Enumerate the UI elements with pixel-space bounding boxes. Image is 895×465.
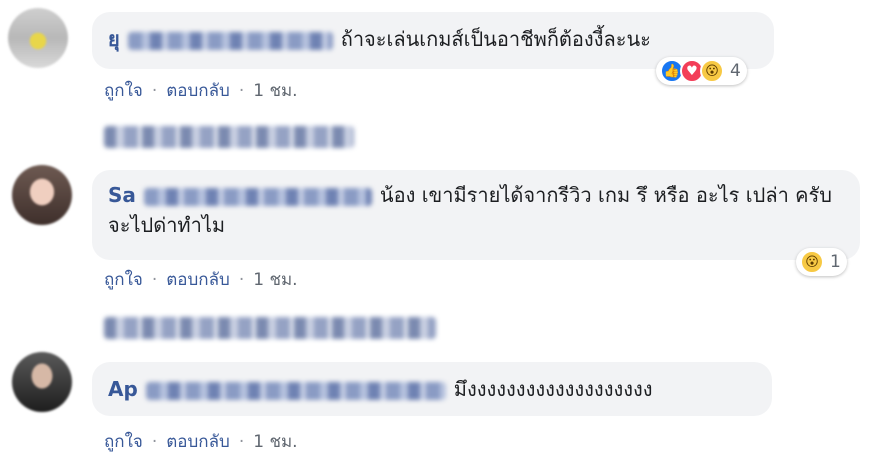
timestamp[interactable]: 1 ชม.	[253, 270, 297, 290]
blurred-author-name	[127, 31, 333, 50]
separator: ·	[238, 432, 245, 452]
reaction-summary[interactable]: 👍 ♥ 😮 4	[656, 57, 747, 85]
blurred-author-name	[143, 187, 372, 206]
comment-bubble: Ap มึงงงงงงงงงงงงงงงงงงง	[92, 362, 772, 416]
avatar[interactable]	[8, 8, 68, 68]
like-button[interactable]: ถูกใจ	[104, 432, 143, 452]
timestamp[interactable]: 1 ชม.	[253, 432, 297, 452]
avatar[interactable]	[12, 165, 72, 225]
reaction-count: 1	[830, 252, 841, 272]
reply-button[interactable]: ตอบกลับ	[166, 270, 230, 290]
reply-button[interactable]: ตอบกลับ	[166, 81, 230, 101]
blurred-author-name	[145, 381, 446, 400]
comment-actions: ถูกใจ · ตอบกลับ · 1 ชม.	[104, 428, 298, 455]
view-replies-link[interactable]	[104, 126, 354, 148]
reaction-summary[interactable]: 😮 1	[796, 248, 847, 276]
comment-text: มึงงงงงงงงงงงงงงงงงงง	[453, 377, 653, 401]
comment-actions: ถูกใจ · ตอบกลับ · 1 ชม.	[104, 266, 298, 293]
avatar[interactable]	[12, 352, 72, 412]
reaction-count: 4	[730, 61, 741, 81]
comment-author[interactable]: Sa	[108, 183, 136, 207]
comment-author[interactable]: ยุ	[108, 27, 120, 51]
comment-thread: ยุ ถ้าจะเล่นเกมส์เป็นอาชีพก็ต้องงี้ละนะ 👍…	[0, 0, 895, 465]
separator: ·	[238, 81, 245, 101]
timestamp[interactable]: 1 ชม.	[253, 81, 297, 101]
separator: ·	[238, 270, 245, 290]
wow-face-icon: 😮	[800, 250, 824, 274]
comment-bubble: Sa น้อง เขามีรายได้จากรีวิว เกม รึ หรือ อ…	[92, 170, 860, 260]
like-button[interactable]: ถูกใจ	[104, 81, 143, 101]
separator: ·	[151, 432, 158, 452]
comment-actions: ถูกใจ · ตอบกลับ · 1 ชม.	[104, 77, 298, 104]
comment-author[interactable]: Ap	[108, 377, 138, 401]
comment-text: ถ้าจะเล่นเกมส์เป็นอาชีพก็ต้องงี้ละนะ	[340, 27, 651, 51]
separator: ·	[151, 81, 158, 101]
view-replies-link[interactable]	[104, 317, 436, 339]
wow-face-icon: 😮	[700, 59, 724, 83]
separator: ·	[151, 270, 158, 290]
reply-button[interactable]: ตอบกลับ	[166, 432, 230, 452]
like-button[interactable]: ถูกใจ	[104, 270, 143, 290]
